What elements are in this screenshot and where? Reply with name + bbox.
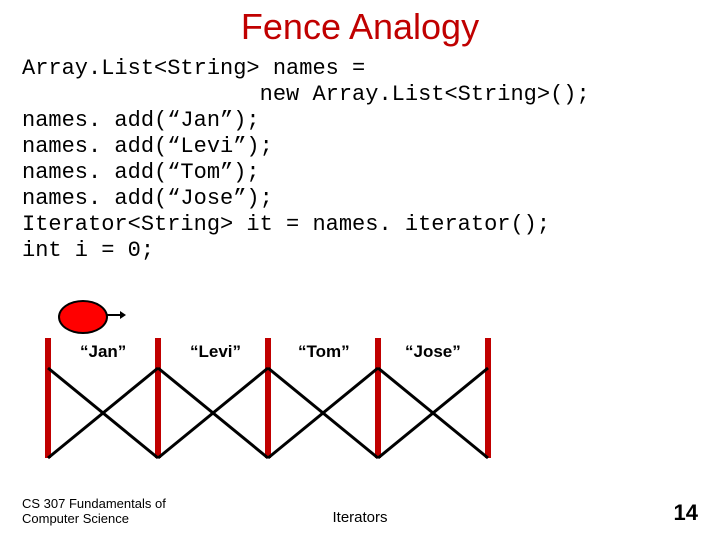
page-number: 14 <box>674 500 698 526</box>
iterator-marker <box>58 300 108 334</box>
fence-label-3: “Jose” <box>405 342 461 362</box>
slide-title: Fence Analogy <box>0 6 720 48</box>
fence-label-1: “Levi” <box>190 342 241 362</box>
code-block: Array.List<String> names = new Array.Lis… <box>22 56 590 264</box>
fence-diagram: “Jan” “Levi” “Tom” “Jose” <box>40 300 570 470</box>
iterator-arrow <box>106 314 120 316</box>
fence-label-0: “Jan” <box>80 342 126 362</box>
fence-label-2: “Tom” <box>298 342 350 362</box>
footer-topic: Iterators <box>0 509 720 526</box>
